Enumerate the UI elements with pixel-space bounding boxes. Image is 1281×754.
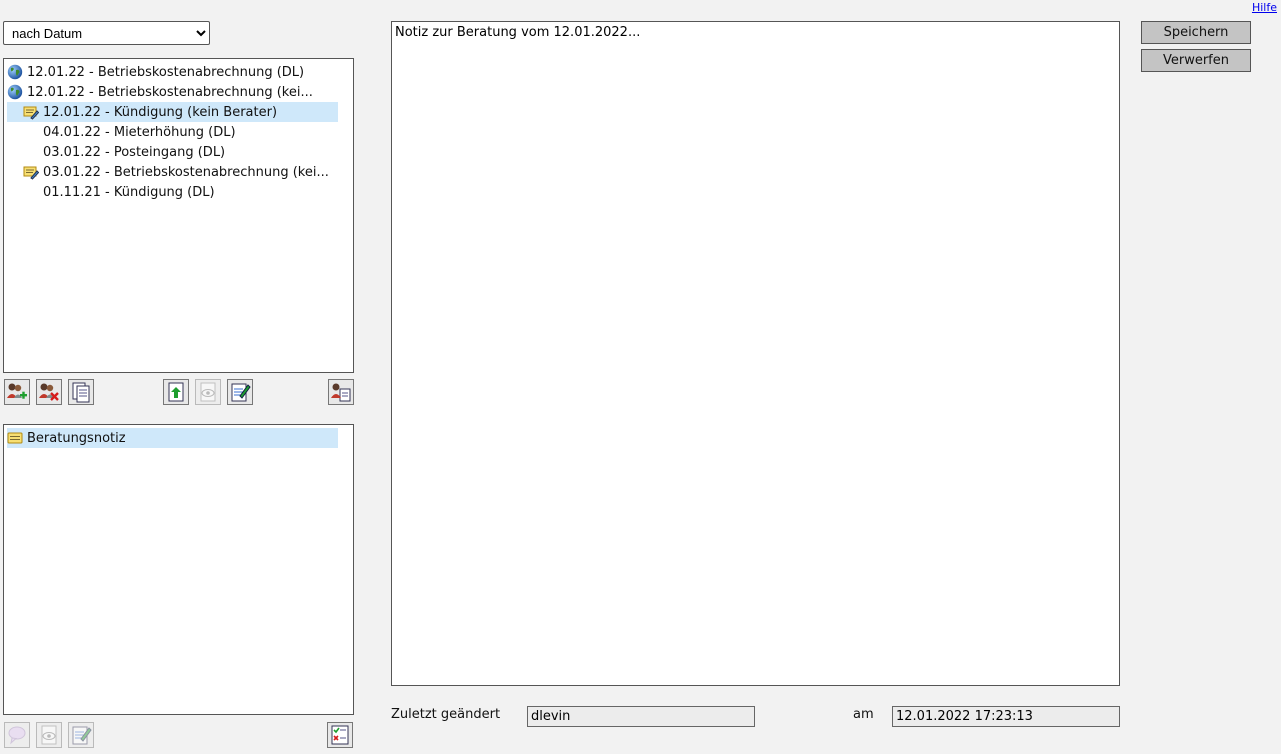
list-item-label: 04.01.22 - Mieterhöhung (DL) bbox=[43, 124, 236, 140]
view-button bbox=[195, 379, 221, 405]
list-item[interactable]: 03.01.22 - Posteingang (DL) bbox=[7, 142, 338, 162]
list-item[interactable]: 12.01.22 - Betriebskostenabrechnung (kei… bbox=[7, 82, 338, 102]
document-list-icon bbox=[70, 381, 92, 403]
help-link[interactable]: Hilfe bbox=[1252, 1, 1277, 14]
document-list-button[interactable] bbox=[68, 379, 94, 405]
globe-icon bbox=[7, 64, 23, 80]
list-item[interactable]: 01.11.21 - Kündigung (DL) bbox=[7, 182, 338, 202]
eye-icon bbox=[197, 381, 219, 403]
list-item[interactable]: 12.01.22 - Kündigung (kein Berater) bbox=[7, 102, 338, 122]
new-note-button bbox=[4, 722, 30, 748]
changed-date-label: am bbox=[853, 707, 874, 722]
note-icon bbox=[7, 430, 23, 446]
eye-icon bbox=[38, 724, 60, 746]
upload-icon bbox=[165, 381, 187, 403]
note-list[interactable]: Beratungsnotiz bbox=[3, 424, 354, 715]
checklist-button[interactable] bbox=[327, 722, 353, 748]
edit-document-icon bbox=[229, 381, 251, 403]
remove-person-button[interactable] bbox=[36, 379, 62, 405]
note-pencil-icon bbox=[23, 104, 40, 120]
person-document-icon bbox=[330, 381, 352, 403]
list-item-label: Beratungsnotiz bbox=[27, 430, 126, 446]
edit-document-icon bbox=[70, 724, 92, 746]
checklist-icon bbox=[329, 724, 351, 746]
note-editor[interactable]: Notiz zur Beratung vom 12.01.2022... bbox=[391, 21, 1120, 686]
add-person-icon bbox=[6, 381, 28, 403]
edit-document-button[interactable] bbox=[227, 379, 253, 405]
list-item-label: 03.01.22 - Betriebskostenabrechnung (kei… bbox=[43, 164, 329, 180]
list-item[interactable]: 03.01.22 - Betriebskostenabrechnung (kei… bbox=[7, 162, 338, 182]
list-item-label: 12.01.22 - Betriebskostenabrechnung (kei… bbox=[27, 84, 313, 100]
note-pencil-icon bbox=[23, 164, 40, 180]
list-item-label: 12.01.22 - Betriebskostenabrechnung (DL) bbox=[27, 64, 305, 80]
remove-person-icon bbox=[38, 381, 60, 403]
view-note-button bbox=[36, 722, 62, 748]
upload-button[interactable] bbox=[163, 379, 189, 405]
save-button[interactable]: Speichern bbox=[1141, 21, 1251, 44]
changed-date-field[interactable] bbox=[892, 706, 1120, 727]
changed-by-field[interactable] bbox=[527, 706, 755, 727]
list-item-label: 12.01.22 - Kündigung (kein Berater) bbox=[43, 104, 278, 120]
list-item[interactable]: 04.01.22 - Mieterhöhung (DL) bbox=[7, 122, 338, 142]
person-details-button[interactable] bbox=[328, 379, 354, 405]
discard-button[interactable]: Verwerfen bbox=[1141, 49, 1251, 72]
globe-icon bbox=[7, 84, 23, 100]
list-item[interactable]: 12.01.22 - Betriebskostenabrechnung (DL) bbox=[7, 62, 338, 82]
changed-by-label: Zuletzt geändert bbox=[391, 707, 501, 722]
edit-note-button bbox=[68, 722, 94, 748]
sort-order-select[interactable]: nach Datum bbox=[3, 21, 210, 45]
speech-bubble-icon bbox=[6, 724, 28, 746]
list-item-label: 01.11.21 - Kündigung (DL) bbox=[43, 184, 215, 200]
list-item-label: 03.01.22 - Posteingang (DL) bbox=[43, 144, 226, 160]
case-list[interactable]: 12.01.22 - Betriebskostenabrechnung (DL)… bbox=[3, 58, 354, 373]
add-person-button[interactable] bbox=[4, 379, 30, 405]
list-item[interactable]: Beratungsnotiz bbox=[7, 428, 338, 448]
